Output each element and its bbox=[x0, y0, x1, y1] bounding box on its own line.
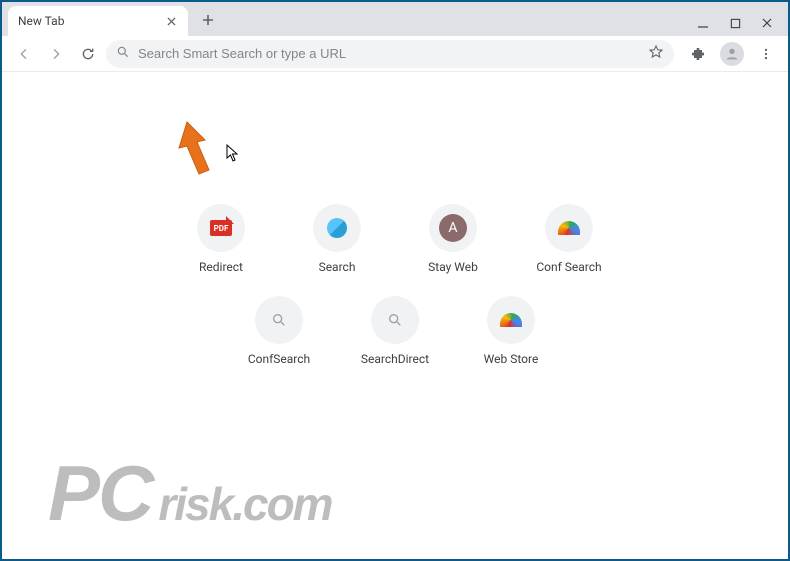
search-icon bbox=[116, 44, 130, 63]
annotation-arrow-icon bbox=[167, 120, 227, 184]
new-tab-page: PDF Redirect Search A Stay Web Conf Sear… bbox=[2, 72, 788, 559]
new-tab-button[interactable] bbox=[194, 6, 222, 34]
minimize-icon[interactable] bbox=[696, 16, 710, 30]
cursor-icon bbox=[226, 144, 240, 166]
shortcut-label: ConfSearch bbox=[248, 352, 310, 366]
shortcut-web-store[interactable]: Web Store bbox=[468, 296, 554, 366]
close-window-icon[interactable] bbox=[760, 16, 774, 30]
shortcut-label: SearchDirect bbox=[361, 352, 429, 366]
extensions-icon[interactable] bbox=[684, 40, 712, 68]
forward-button[interactable] bbox=[42, 40, 70, 68]
letter-a-icon: A bbox=[429, 204, 477, 252]
bookmark-star-icon[interactable] bbox=[648, 44, 664, 64]
shortcut-redirect[interactable]: PDF Redirect bbox=[178, 204, 264, 274]
shortcut-label: Conf Search bbox=[536, 260, 601, 274]
omnibox[interactable] bbox=[106, 40, 674, 68]
back-button[interactable] bbox=[10, 40, 38, 68]
watermark: PCrisk.com bbox=[48, 448, 332, 539]
magnifier-icon bbox=[255, 296, 303, 344]
profile-avatar[interactable] bbox=[718, 40, 746, 68]
blue-circle-icon bbox=[313, 204, 361, 252]
shortcut-grid: PDF Redirect Search A Stay Web Conf Sear… bbox=[145, 204, 645, 366]
pdf-icon: PDF bbox=[197, 204, 245, 252]
browser-tab[interactable]: New Tab bbox=[8, 6, 188, 36]
toolbar bbox=[2, 36, 788, 72]
rainbow-icon bbox=[487, 296, 535, 344]
shortcut-label: Web Store bbox=[484, 352, 539, 366]
shortcut-search[interactable]: Search bbox=[294, 204, 380, 274]
titlebar: New Tab bbox=[2, 2, 788, 36]
rainbow-icon bbox=[545, 204, 593, 252]
close-icon[interactable] bbox=[164, 14, 178, 28]
shortcut-label: Redirect bbox=[199, 260, 243, 274]
shortcut-label: Stay Web bbox=[428, 260, 478, 274]
tab-title: New Tab bbox=[18, 14, 164, 28]
shortcut-searchdirect[interactable]: SearchDirect bbox=[352, 296, 438, 366]
reload-button[interactable] bbox=[74, 40, 102, 68]
window-controls bbox=[696, 16, 788, 36]
magnifier-icon bbox=[371, 296, 419, 344]
address-input[interactable] bbox=[138, 46, 640, 61]
shortcut-conf-search[interactable]: Conf Search bbox=[526, 204, 612, 274]
watermark-pc: PC bbox=[48, 448, 152, 539]
menu-icon[interactable] bbox=[752, 40, 780, 68]
watermark-rest: risk.com bbox=[158, 477, 331, 531]
shortcut-label: Search bbox=[319, 260, 356, 274]
shortcut-confsearch[interactable]: ConfSearch bbox=[236, 296, 322, 366]
maximize-icon[interactable] bbox=[728, 16, 742, 30]
shortcut-stay-web[interactable]: A Stay Web bbox=[410, 204, 496, 274]
